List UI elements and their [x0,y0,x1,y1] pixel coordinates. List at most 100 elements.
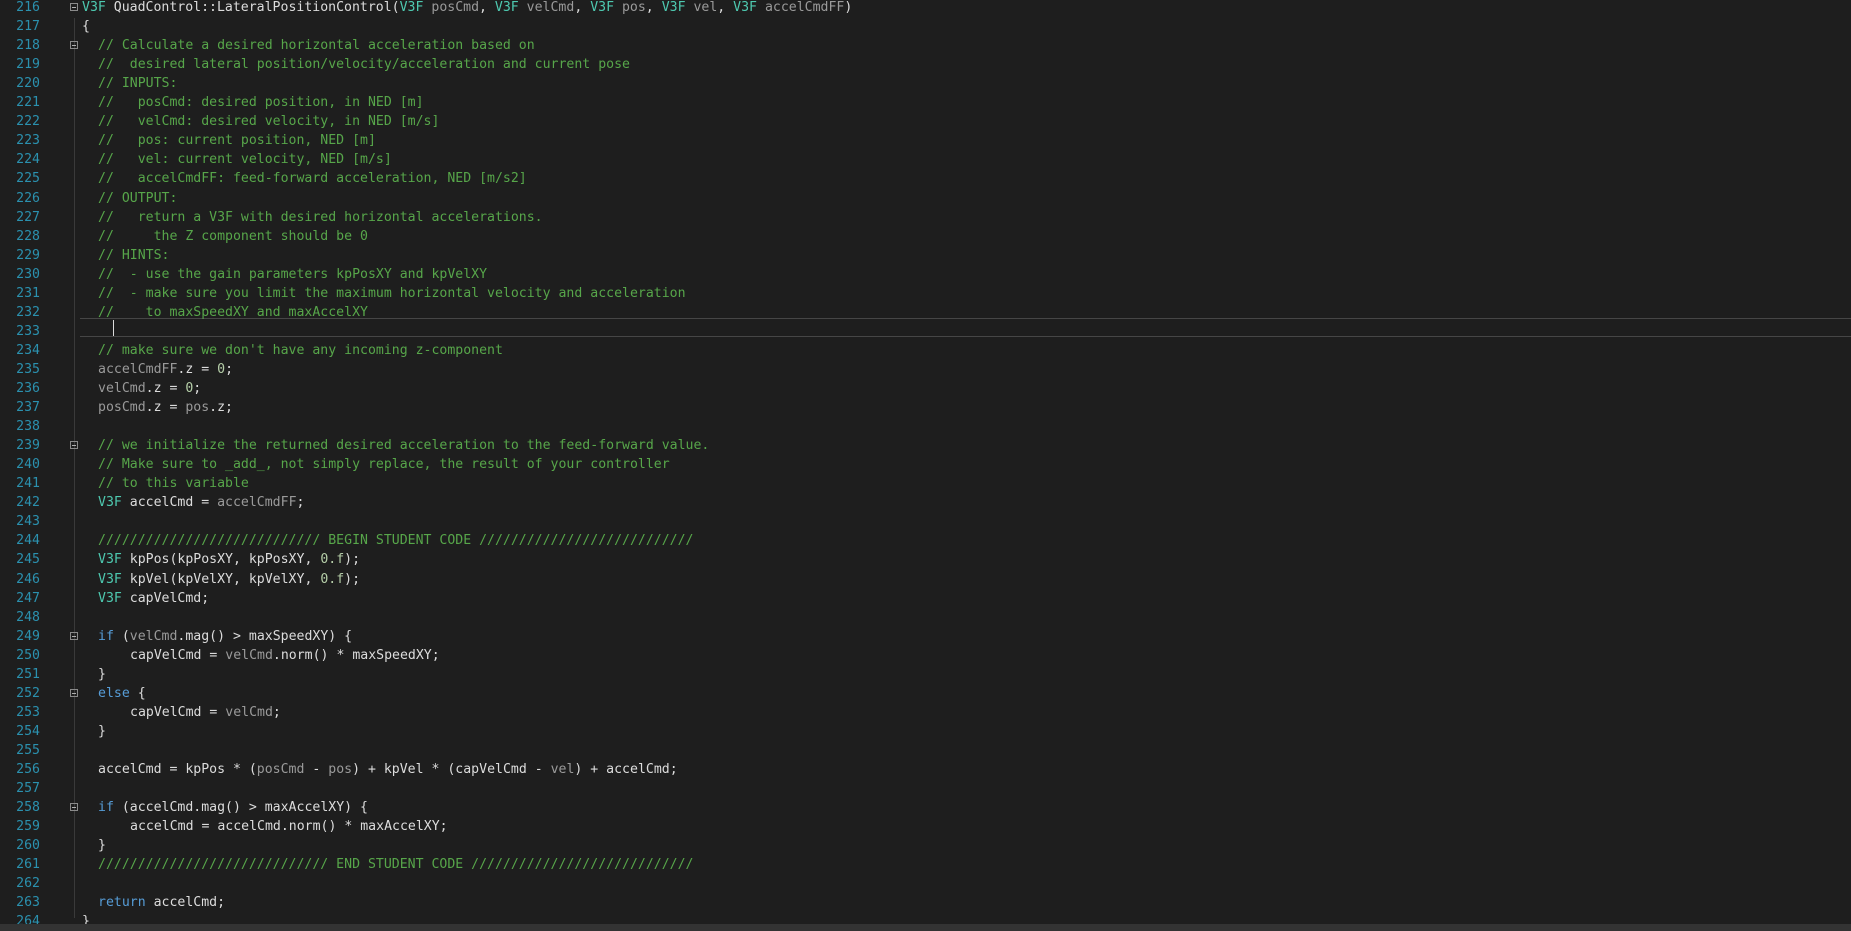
code-text: accelCmd = accelCmd.norm() * maxAccelXY; [130,817,448,836]
code-token: (accelCmd.mag() > maxAccelXY) { [113,800,368,816]
code-line[interactable]: 234 // make sure we don't have any incomi… [0,341,1851,360]
code-token: , [479,0,495,15]
code-line[interactable]: 228 // the Z component should be 0 [0,227,1851,246]
line-number: 249 [16,628,40,644]
code-token: posCmd [256,762,305,777]
line-number: 224 [16,152,40,168]
line-number: 240 [16,457,40,473]
code-token: posCmd [98,400,146,416]
line-number: 246 [16,571,40,587]
code-token: ); [344,571,361,587]
code-line[interactable]: 237 posCmd.z = pos.z; [0,398,1851,417]
code-line[interactable]: 252 else { [0,684,1851,703]
code-line[interactable]: 221 // posCmd: desired position, in NED [… [0,93,1851,112]
code-line[interactable]: 244 //////////////////////////// BEGIN ST… [0,531,1851,550]
code-line[interactable]: 224 // vel: current velocity, NED [m/s] [0,150,1851,169]
code-line[interactable]: 216 V3F QuadControl::LateralPositionContr… [0,0,1851,17]
code-text: posCmd.z = pos.z; [98,398,233,417]
code-token: ( [391,0,400,15]
collapse-icon[interactable] [70,803,78,812]
code-text: // pos: current position, NED [m] [98,131,376,150]
code-line[interactable]: 249 if (velCmd.mag() > maxSpeedXY) { [0,627,1851,646]
code-line[interactable]: 227 // return a V3F with desired horizont… [0,208,1851,227]
code-token: QuadControl:: [105,0,217,15]
line-number: 232 [16,304,40,320]
code-token: V3F [98,571,122,587]
code-line[interactable]: 235 accelCmdFF.z = 0; [0,360,1851,379]
line-number: 237 [16,400,40,416]
collapse-icon[interactable] [70,3,78,11]
code-token: velCmd [98,381,146,396]
code-line[interactable]: 243 [0,512,1851,531]
code-line[interactable]: 217 { [0,17,1851,36]
code-line[interactable]: 248 [0,608,1851,627]
code-line[interactable]: 236 velCmd.z = 0; [0,379,1851,398]
code-line[interactable]: 257 [0,779,1851,798]
code-token: accelCmd = [121,495,218,511]
code-token: } [98,723,106,739]
code-line[interactable]: 223 // pos: current position, NED [m] [0,131,1851,150]
code-text: accelCmdFF.z = 0; [98,360,233,379]
code-editor[interactable]: 216 V3F QuadControl::LateralPositionContr… [0,0,1851,931]
code-token: else [98,685,130,701]
code-line[interactable]: 253 capVelCmd = velCmd; [0,703,1851,722]
line-number: 216 [16,0,40,15]
collapse-icon[interactable] [70,441,78,450]
code-text: if (accelCmd.mag() > maxAccelXY) { [98,798,368,817]
code-text: // posCmd: desired position, in NED [m] [98,93,424,112]
code-token: ///////////////////////////// END STUDEN… [98,857,694,873]
code-token: // Calculate a desired horizontal accele… [98,38,535,54]
code-line[interactable]: 222 // velCmd: desired velocity, in NED [… [0,112,1851,131]
line-number: 259 [16,819,40,835]
code-token: , [717,0,734,15]
code-line[interactable]: 238 [0,417,1851,436]
code-token: // return a V3F with desired horizontal … [98,209,543,225]
code-line[interactable]: 230 // - use the gain parameters kpPosXY … [0,265,1851,284]
code-line[interactable]: 247 V3F capVelCmd; [0,589,1851,608]
code-token: ; [296,495,305,511]
code-line[interactable]: 220 // INPUTS: [0,74,1851,93]
code-line[interactable]: 254} [0,722,1851,741]
collapse-icon[interactable] [70,631,78,640]
code-line[interactable]: 262 [0,874,1851,893]
code-token: ) [844,0,853,15]
code-token: .z = [145,381,186,396]
code-token: // we initialize the returned desired ac… [98,438,710,454]
code-line[interactable]: 231 // - make sure you limit the maximum … [0,284,1851,303]
code-line[interactable]: 240 // Make sure to _add_, not simply rep… [0,455,1851,474]
code-line[interactable]: 263 return accelCmd; [0,893,1851,912]
code-line[interactable]: 246 V3F kpVel(kpVelXY, kpVelXY, 0.f); [0,570,1851,589]
code-line[interactable]: 251} [0,665,1851,684]
code-token: vel [550,762,575,777]
code-line[interactable]: 242 V3F accelCmd = accelCmdFF; [0,493,1851,512]
code-text: } [98,722,106,741]
horizontal-scrollbar[interactable] [0,924,1851,931]
code-line[interactable]: 250 capVelCmd = velCmd.norm() * maxSpeedX… [0,646,1851,665]
line-number: 238 [16,419,40,435]
code-line[interactable]: 245 V3F kpPos(kpPosXY, kpPosXY, 0.f); [0,550,1851,569]
code-token: accelCmd = accelCmd.norm() * maxAccelXY; [130,819,448,835]
collapse-icon[interactable] [70,688,78,697]
code-line[interactable]: 233 [0,322,1851,341]
code-text: // accelCmdFF: feed-forward acceleration… [98,169,527,188]
code-line[interactable]: 261 ///////////////////////////// END STU… [0,855,1851,874]
line-number: 236 [16,381,40,396]
code-line[interactable]: 258 if (accelCmd.mag() > maxAccelXY) { [0,798,1851,817]
code-line[interactable]: 259 accelCmd = accelCmd.norm() * maxAccel… [0,817,1851,836]
code-line[interactable]: 239 // we initialize the returned desired… [0,436,1851,455]
code-line[interactable]: 218 // Calculate a desired horizontal acc… [0,36,1851,55]
code-line[interactable]: 219 // desired lateral position/velocity/… [0,55,1851,74]
code-line[interactable]: 241 // to this variable [0,474,1851,493]
code-line[interactable]: 229 // HINTS: [0,246,1851,265]
code-token: accelCmdFF [217,495,297,511]
code-line[interactable]: 232 // to maxSpeedXY and maxAccelXY [0,303,1851,322]
code-token: pos [185,400,210,416]
code-line[interactable]: 256 accelCmd = kpPos * (posCmd - pos) + k… [0,760,1851,779]
code-text: // - make sure you limit the maximum hor… [98,284,686,303]
code-line[interactable]: 255 [0,741,1851,760]
collapse-icon[interactable] [70,41,78,50]
code-line[interactable]: 260} [0,836,1851,855]
code-line[interactable]: 226 // OUTPUT: [0,189,1851,208]
code-line[interactable]: 225 // accelCmdFF: feed-forward accelerat… [0,169,1851,188]
line-number: 250 [16,647,40,663]
